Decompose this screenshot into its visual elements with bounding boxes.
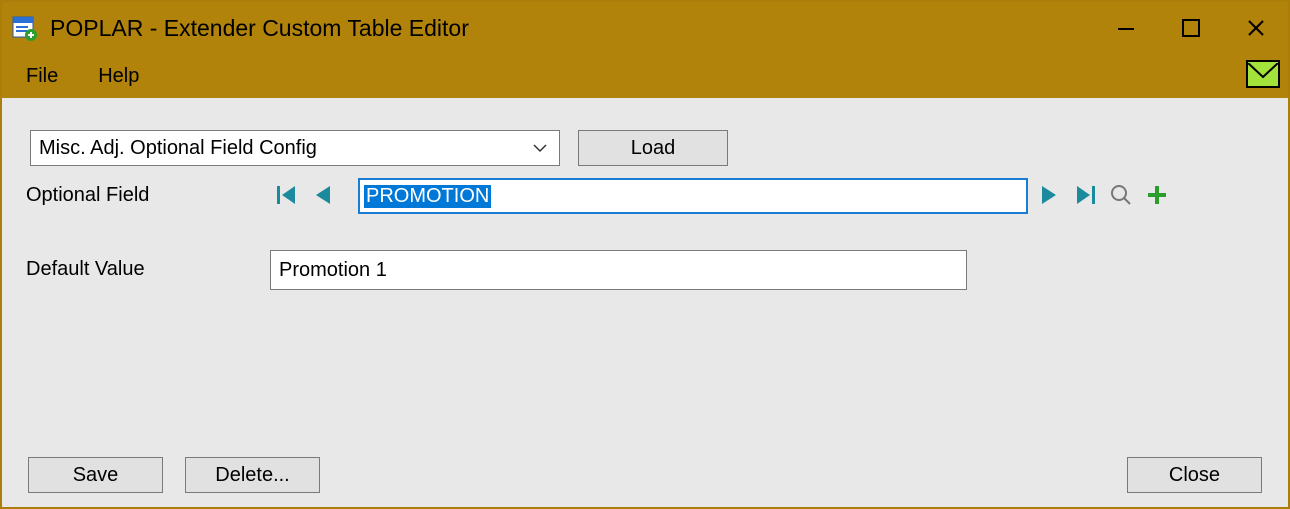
- optional-field-input[interactable]: PROMOTION: [358, 178, 1028, 214]
- load-button[interactable]: Load: [578, 130, 728, 166]
- load-button-label: Load: [631, 137, 676, 160]
- add-icon[interactable]: [1146, 180, 1168, 210]
- first-record-button[interactable]: [276, 180, 298, 210]
- table-selector-combo[interactable]: Misc. Adj. Optional Field Config: [30, 130, 560, 166]
- next-record-button[interactable]: [1038, 180, 1060, 210]
- client-area: Misc. Adj. Optional Field Config Load Op…: [2, 98, 1288, 507]
- close-button[interactable]: [1223, 2, 1288, 54]
- menu-help[interactable]: Help: [92, 63, 145, 90]
- optional-field-label: Optional Field: [26, 184, 149, 207]
- menu-file[interactable]: File: [20, 63, 64, 90]
- chevron-down-icon: [531, 139, 549, 163]
- save-button-label: Save: [73, 464, 119, 487]
- default-value-text: Promotion 1: [279, 259, 387, 282]
- app-window: POPLAR - Extender Custom Table Editor Fi…: [0, 0, 1290, 509]
- close-footer-button[interactable]: Close: [1127, 457, 1262, 493]
- menu-bar: File Help: [2, 54, 1288, 98]
- close-footer-label: Close: [1169, 464, 1220, 487]
- delete-button-label: Delete...: [215, 464, 289, 487]
- save-button[interactable]: Save: [28, 457, 163, 493]
- previous-record-button[interactable]: [312, 180, 334, 210]
- search-icon[interactable]: [1110, 180, 1132, 210]
- default-value-label: Default Value: [26, 258, 145, 281]
- default-value-input[interactable]: Promotion 1: [270, 250, 967, 290]
- maximize-button[interactable]: [1158, 2, 1223, 54]
- mail-icon[interactable]: [1246, 60, 1280, 88]
- minimize-button[interactable]: [1093, 2, 1158, 54]
- title-bar: POPLAR - Extender Custom Table Editor: [2, 2, 1288, 54]
- optional-field-value: PROMOTION: [364, 185, 491, 208]
- delete-button[interactable]: Delete...: [185, 457, 320, 493]
- app-icon: [10, 14, 38, 42]
- footer-bar: Save Delete... Close: [2, 443, 1288, 507]
- last-record-button[interactable]: [1074, 180, 1096, 210]
- window-title: POPLAR - Extender Custom Table Editor: [50, 15, 469, 42]
- table-selector-value: Misc. Adj. Optional Field Config: [39, 137, 317, 160]
